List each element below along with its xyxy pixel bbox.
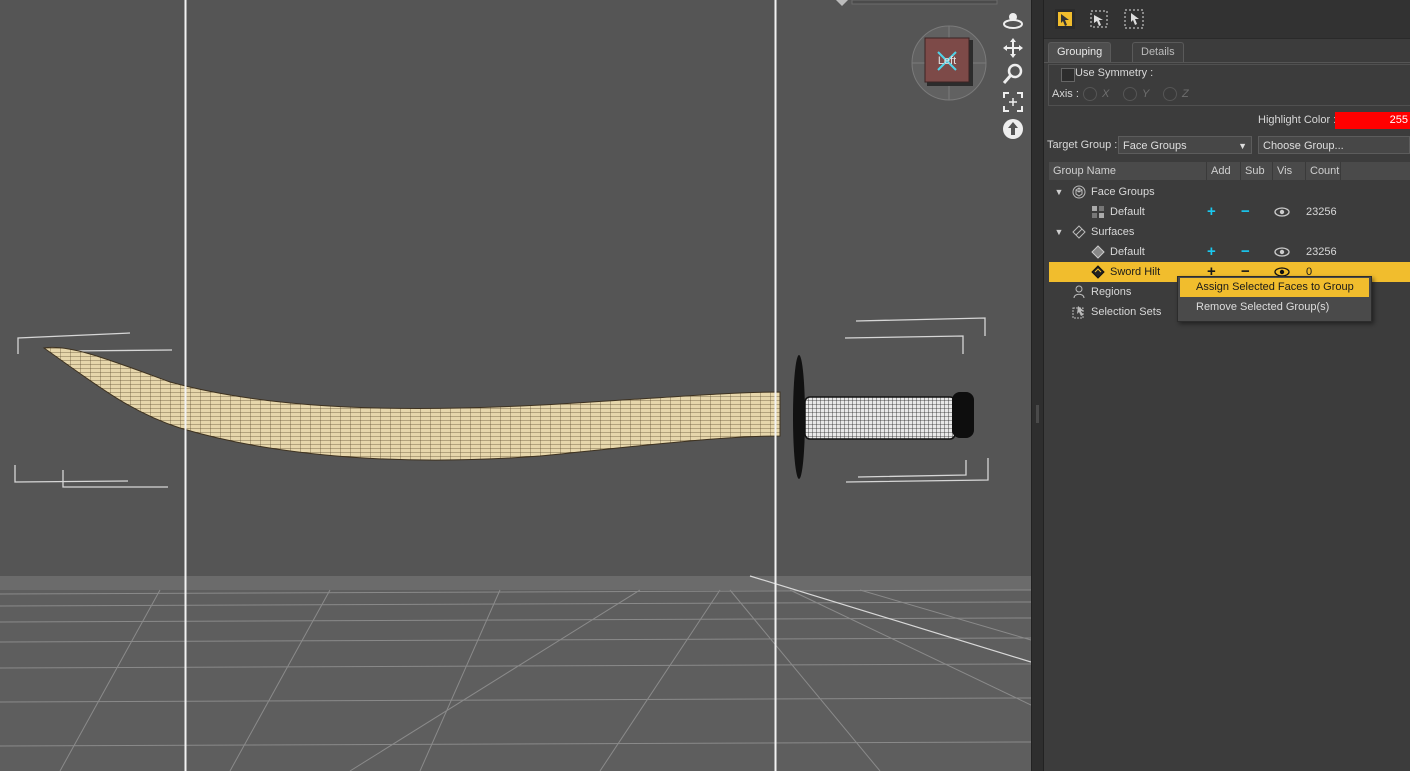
- geometry-editor-icon[interactable]: [1086, 6, 1112, 32]
- tree-row-surface-default[interactable]: Default + − 23256: [1049, 242, 1410, 262]
- eye-icon[interactable]: [1274, 246, 1290, 258]
- use-symmetry-label: Use Symmetry :: [1075, 67, 1154, 79]
- sword-pommel[interactable]: [952, 392, 974, 438]
- choose-group-label: Choose Group...: [1263, 140, 1344, 152]
- group-table-header: Group Name Add Sub Vis Count: [1049, 162, 1410, 180]
- axis-y-label: Y: [1142, 88, 1150, 100]
- col-add[interactable]: Add: [1207, 162, 1241, 180]
- tree-row-surfaces[interactable]: ▼ Surfaces: [1049, 222, 1410, 242]
- tree-row-face-groups[interactable]: ▼ Face Groups: [1049, 182, 1410, 202]
- choose-group-dropdown[interactable]: Choose Group...: [1258, 136, 1410, 154]
- col-count[interactable]: Count: [1306, 162, 1341, 180]
- floor-grid: [0, 575, 1031, 771]
- target-group-label: Target Group :: [1047, 139, 1118, 151]
- target-group-dropdown[interactable]: Face Groups ▼: [1118, 136, 1252, 154]
- target-group-value: Face Groups: [1123, 140, 1187, 152]
- region-select-icon[interactable]: [1121, 6, 1147, 32]
- axis-y-radio[interactable]: [1123, 87, 1137, 101]
- count-value: 23256: [1306, 246, 1337, 258]
- sword-guard[interactable]: [793, 355, 805, 479]
- context-menu: Assign Selected Faces to Group Remove Se…: [1177, 276, 1372, 322]
- frame-icon[interactable]: [1002, 91, 1024, 113]
- sword-grip[interactable]: [804, 396, 956, 440]
- assign-selected-faces-item[interactable]: Assign Selected Faces to Group: [1180, 278, 1369, 297]
- axis-x-label: X: [1102, 88, 1110, 100]
- col-group-name[interactable]: Group Name: [1049, 162, 1207, 180]
- sub-button[interactable]: −: [1241, 202, 1250, 222]
- node-selection-icon[interactable]: [1052, 6, 1078, 32]
- chevron-down-icon: ▼: [1238, 141, 1247, 151]
- expand-icon[interactable]: ▼: [1054, 222, 1064, 242]
- orbit-icon[interactable]: [1002, 9, 1024, 31]
- 3d-viewport[interactable]: Left: [0, 0, 1031, 771]
- axis-z-label: Z: [1182, 88, 1189, 100]
- tree-label: Surfaces: [1091, 226, 1135, 238]
- col-sub[interactable]: Sub: [1241, 162, 1273, 180]
- face-group-icon: [1092, 206, 1104, 218]
- regions-icon: [1073, 285, 1085, 299]
- add-button[interactable]: +: [1207, 242, 1216, 262]
- use-symmetry-checkbox[interactable]: [1061, 68, 1075, 82]
- reset-view-icon[interactable]: [1002, 118, 1024, 140]
- add-button[interactable]: +: [1207, 202, 1216, 222]
- axis-label: Axis :: [1052, 88, 1079, 100]
- surface-icon: [1091, 245, 1105, 259]
- sword-blade[interactable]: [42, 346, 781, 461]
- col-vis[interactable]: Vis: [1273, 162, 1306, 180]
- tab-details[interactable]: Details: [1132, 42, 1184, 62]
- tab-grouping[interactable]: Grouping: [1048, 42, 1112, 62]
- panel-tabs: Grouping Details: [1044, 40, 1410, 63]
- expand-icon[interactable]: ▼: [1054, 182, 1064, 202]
- axis-z-radio[interactable]: [1163, 87, 1177, 101]
- geometry-editor-panel: Grouping Details Use Symmetry : Axis : X…: [1044, 0, 1410, 771]
- tool-toolbar: [1044, 0, 1410, 39]
- view-cube-label: Left: [937, 55, 957, 67]
- tree-label: Default: [1110, 246, 1145, 258]
- selection-sets-icon: [1072, 306, 1084, 319]
- tree-label: Face Groups: [1091, 186, 1155, 198]
- scene-canvas[interactable]: [0, 0, 1031, 771]
- highlight-color-label: Highlight Color :: [1258, 114, 1337, 126]
- tree-label: Sword Hilt: [1110, 266, 1161, 278]
- panel-splitter[interactable]: [1031, 0, 1044, 771]
- surface-icon: [1091, 265, 1105, 279]
- count-value: 23256: [1306, 206, 1337, 218]
- axis-x-radio[interactable]: [1083, 87, 1097, 101]
- tree-label: Default: [1110, 206, 1145, 218]
- tree-row-face-default[interactable]: Default + − 23256: [1049, 202, 1410, 222]
- face-groups-icon: [1072, 185, 1086, 199]
- tree-label: Selection Sets: [1091, 306, 1162, 318]
- sub-button[interactable]: −: [1241, 242, 1250, 262]
- pan-icon[interactable]: [1002, 37, 1024, 59]
- tree-label: Regions: [1091, 286, 1132, 298]
- zoom-icon[interactable]: [1002, 63, 1024, 85]
- eye-icon[interactable]: [1274, 206, 1290, 218]
- highlight-color-swatch[interactable]: 255: [1335, 112, 1410, 129]
- remove-selected-groups-item[interactable]: Remove Selected Group(s): [1180, 298, 1369, 317]
- symmetry-group: Use Symmetry : Axis : X Y Z: [1048, 64, 1410, 106]
- surfaces-icon: [1072, 225, 1086, 239]
